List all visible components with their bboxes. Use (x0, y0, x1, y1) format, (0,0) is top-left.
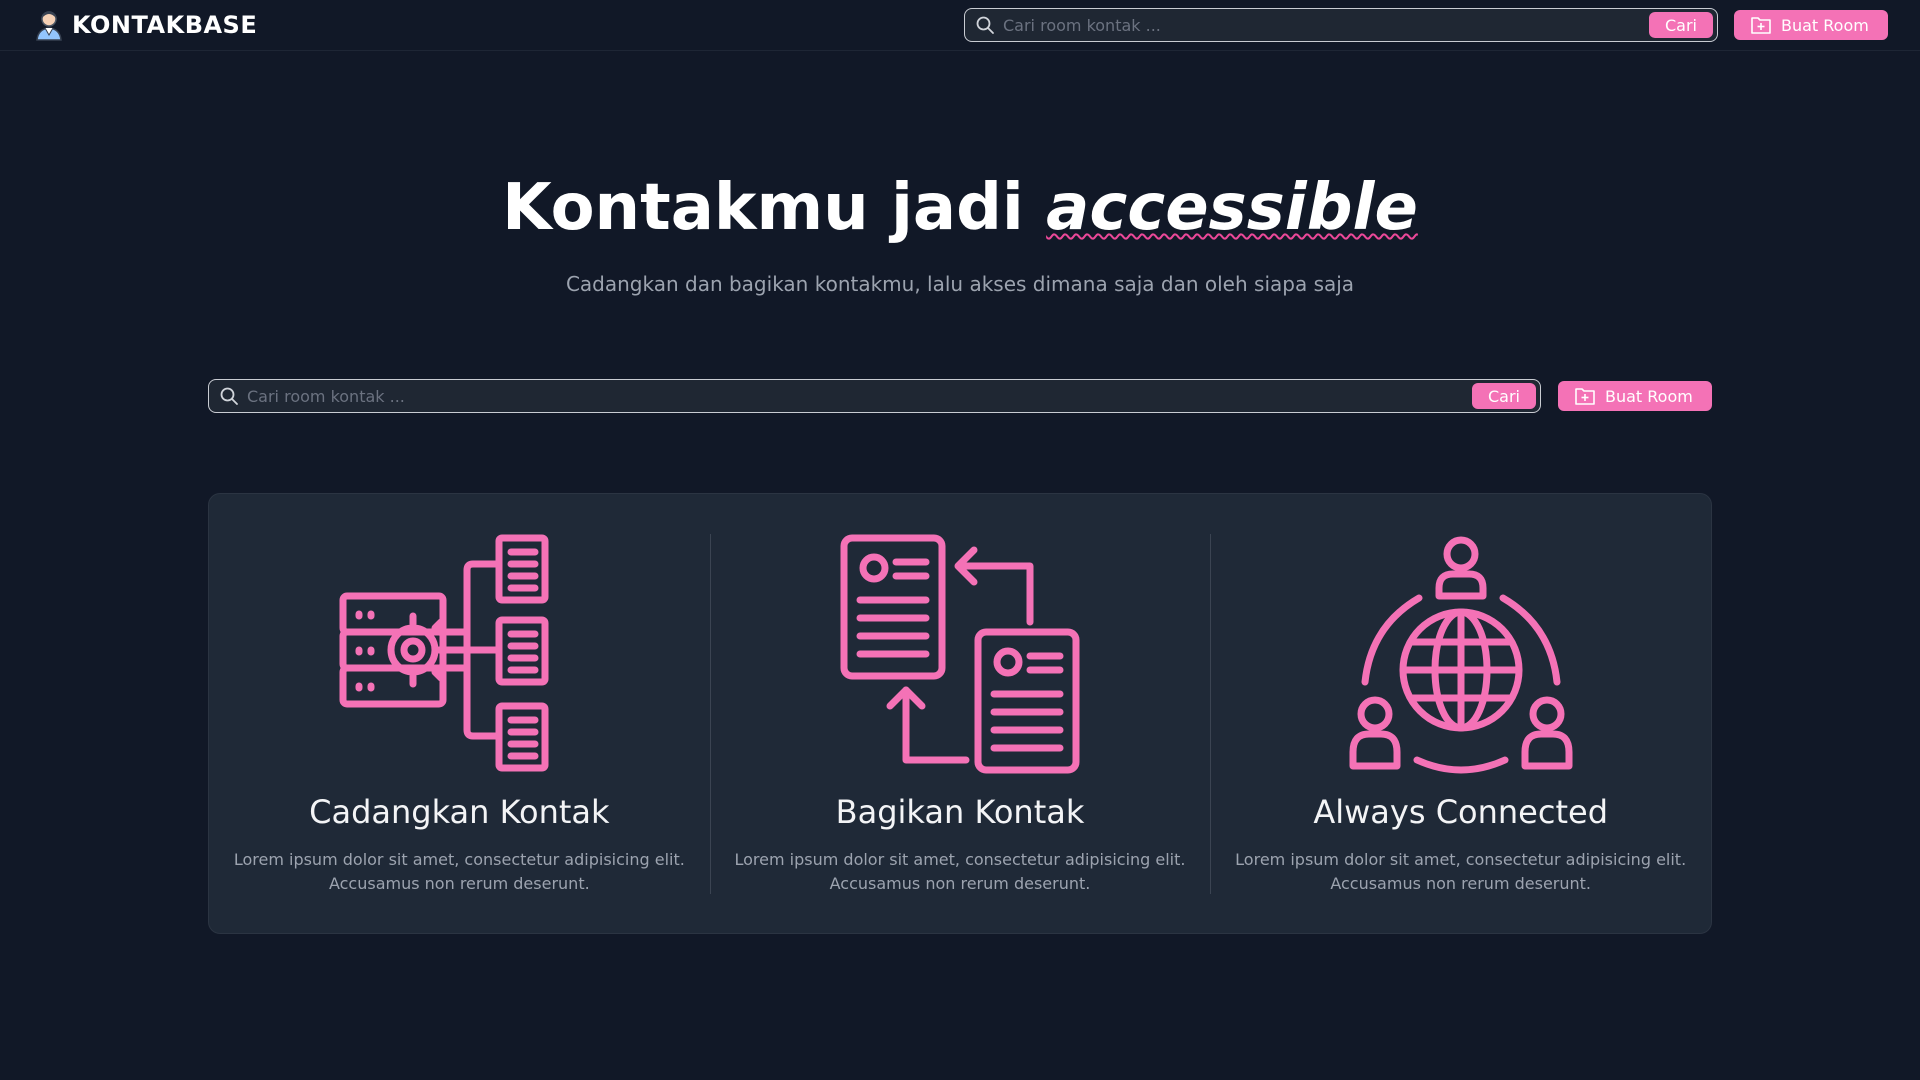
user-avatar-logo-icon (36, 11, 62, 41)
feature-title: Always Connected (1313, 793, 1608, 831)
features-card: Cadangkan Kontak Lorem ipsum dolor sit a… (208, 493, 1712, 934)
search-icon (220, 387, 238, 405)
feature-description: Lorem ipsum dolor sit amet, consectetur … (1235, 850, 1687, 893)
navbar: KONTAKBASE Cari Buat Room (0, 0, 1920, 51)
feature-description: Lorem ipsum dolor sit amet, consectetur … (734, 850, 1186, 893)
main-create-room-label: Buat Room (1605, 386, 1693, 406)
main-search-bar: Cari (208, 379, 1541, 413)
search-icon (976, 16, 994, 34)
main-search-button[interactable]: Cari (1472, 383, 1536, 409)
navbar-create-room-button[interactable]: Buat Room (1734, 10, 1888, 40)
folder-plus-icon (1575, 388, 1595, 405)
brand-name: KONTAKBASE (72, 11, 258, 39)
feature-title: Cadangkan Kontak (309, 793, 610, 831)
feature-backup: Cadangkan Kontak Lorem ipsum dolor sit a… (209, 494, 710, 933)
hero-title: Kontakmu jadi accessible (0, 170, 1920, 246)
main-create-room-button[interactable]: Buat Room (1558, 381, 1712, 411)
server-distribute-icon (339, 534, 549, 772)
navbar-search-bar: Cari (964, 8, 1718, 42)
feature-description: Lorem ipsum dolor sit amet, consectetur … (233, 850, 685, 893)
feature-share: Bagikan Kontak Lorem ipsum dolor sit ame… (709, 494, 1211, 933)
hero-title-plain: Kontakmu jadi (502, 171, 1047, 245)
brand[interactable]: KONTAKBASE (34, 9, 257, 41)
hero-subtitle: Cadangkan dan bagikan kontakmu, lalu aks… (565, 272, 1355, 296)
hero-title-emphasis: accessible (1046, 171, 1418, 245)
main-search-input[interactable] (239, 380, 1472, 412)
feature-connected: Always Connected Lorem ipsum dolor sit a… (1210, 494, 1711, 933)
global-network-icon (1349, 536, 1573, 774)
folder-plus-icon (1751, 17, 1771, 34)
exchange-documents-icon (840, 534, 1080, 774)
feature-title: Bagikan Kontak (835, 793, 1085, 831)
navbar-search-input[interactable] (995, 9, 1649, 41)
navbar-search-button[interactable]: Cari (1649, 12, 1713, 38)
navbar-create-room-label: Buat Room (1781, 15, 1869, 35)
